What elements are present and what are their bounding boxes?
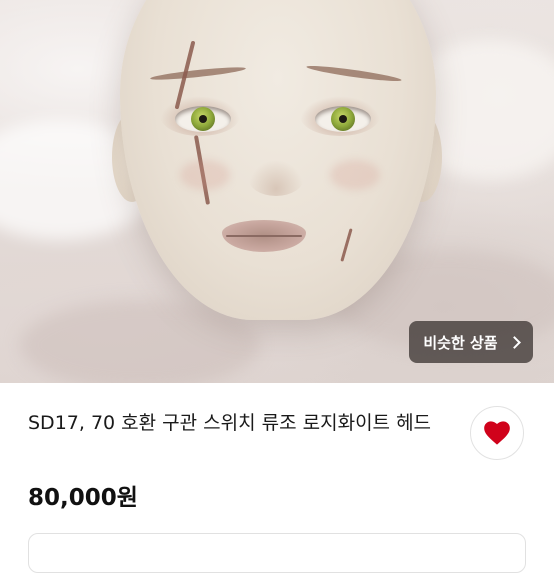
bottom-card[interactable] (28, 533, 526, 573)
like-button[interactable] (470, 406, 524, 460)
heart-icon (484, 421, 510, 445)
similar-products-label: 비슷한 상품 (423, 333, 498, 352)
similar-products-button[interactable]: 비슷한 상품 (409, 321, 533, 363)
nose (248, 160, 304, 196)
chevron-right-icon (507, 335, 521, 349)
right-eye (315, 106, 371, 132)
product-price: 80,000원 (28, 485, 138, 511)
right-blush (330, 160, 380, 190)
left-blush (180, 160, 230, 190)
lip-line (226, 235, 302, 237)
left-eye (175, 106, 231, 132)
product-title: SD17, 70 호환 구관 스위치 류조 로지화이트 헤드 (28, 412, 432, 434)
